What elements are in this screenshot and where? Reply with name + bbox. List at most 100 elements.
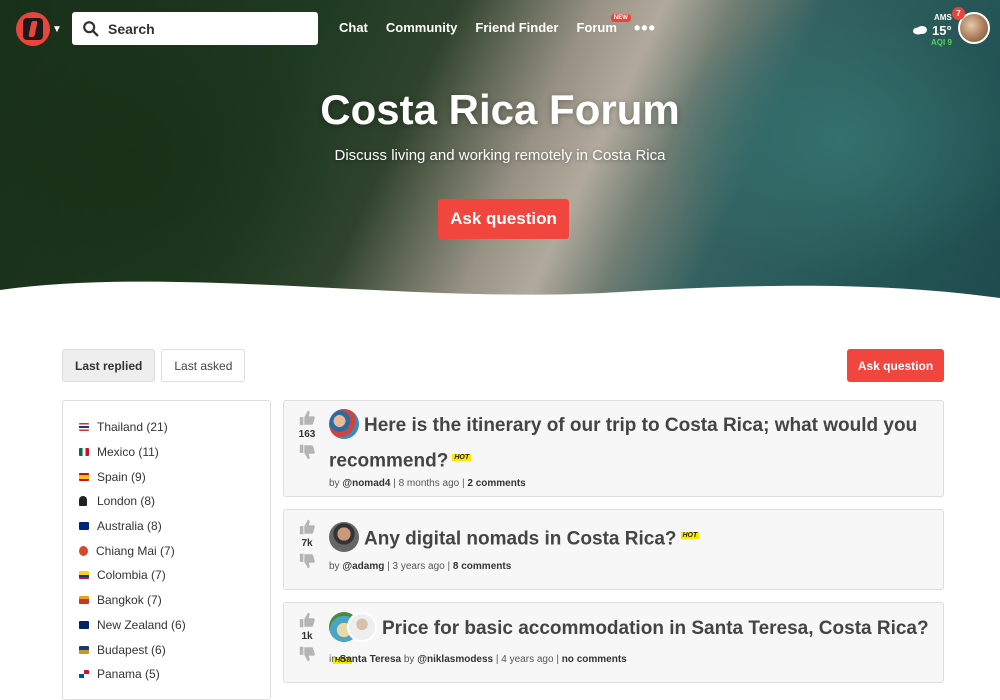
post-meta: by @nomad4 | 8 months ago | 2 comments: [329, 478, 526, 489]
hero-ask-question-button[interactable]: Ask question: [438, 199, 569, 239]
top-navbar: ▼ Chat Community Friend Finder ForumNEW …: [0, 0, 1000, 58]
tab-last-replied[interactable]: Last replied: [62, 349, 156, 382]
sidebar-item-label: London (8): [97, 494, 156, 509]
sidebar-item-label: Thailand (21): [97, 420, 168, 435]
post-title[interactable]: Here is the itinerary of our trip to Cos…: [329, 408, 918, 477]
tab-last-asked[interactable]: Last asked: [161, 349, 246, 382]
page-subtitle: Discuss living and working remotely in C…: [334, 147, 666, 164]
search-input[interactable]: [108, 20, 308, 37]
sidebar-item-thailand[interactable]: Thailand (21): [63, 415, 270, 440]
comments-link[interactable]: 8 comments: [453, 561, 511, 572]
search-bar[interactable]: [72, 12, 318, 45]
weather-aqi: AQI 9: [931, 38, 952, 47]
notification-badge: 7: [952, 7, 965, 20]
weather-city: AMS: [934, 13, 952, 22]
sidebar-item-label: Chiang Mai (7): [96, 543, 175, 558]
sidebar-item-label: Colombia (7): [97, 568, 166, 583]
sidebar-item-label: Australia (8): [97, 519, 162, 534]
in-label: in: [329, 654, 337, 665]
post-title-text: Price for basic accommodation in Santa T…: [382, 618, 929, 639]
author-link[interactable]: @nomad4: [342, 478, 390, 489]
post-time: 4 years ago: [501, 654, 554, 665]
thumbs-up-icon[interactable]: [298, 611, 316, 629]
nav-chat[interactable]: Chat: [339, 20, 368, 35]
post-title[interactable]: Price for basic accommodation in Santa T…: [329, 611, 943, 680]
post-card[interactable]: 7k Any digital nomads in Costa Rica? HOT …: [283, 509, 944, 590]
post-meta: in Santa Teresa by @niklasmodess | 4 yea…: [329, 654, 627, 665]
sidebar-item-panama[interactable]: Panama (5): [63, 662, 270, 687]
nomads-logo-icon[interactable]: [16, 12, 50, 46]
author-avatar[interactable]: [329, 522, 359, 553]
thumbs-down-icon[interactable]: [298, 443, 316, 461]
location-link[interactable]: Santa Teresa: [340, 654, 402, 665]
vote-count: 1k: [301, 631, 313, 642]
author-avatar[interactable]: [329, 408, 359, 439]
sidebar-item-spain[interactable]: Spain (9): [63, 464, 270, 489]
main-nav: Chat Community Friend Finder Forum NEW: [339, 14, 635, 35]
new-badge: NEW: [610, 14, 631, 22]
sidebar-item-label: New Zealand (6): [97, 617, 186, 632]
chevron-down-icon[interactable]: ▼: [52, 24, 62, 35]
post-meta: by @adamg | 3 years ago | 8 comments: [329, 561, 512, 572]
vote-count: 163: [298, 429, 316, 440]
weather-temp: 15°: [932, 23, 952, 38]
panama-flag-icon: [79, 670, 89, 679]
post-time: 3 years ago: [392, 561, 445, 572]
more-menu-icon[interactable]: •••: [634, 19, 656, 37]
nav-friend-finder[interactable]: Friend Finder: [475, 20, 558, 35]
author-link[interactable]: @niklasmodess: [417, 654, 493, 665]
colombia-flag-icon: [79, 571, 89, 580]
by-label: by: [403, 654, 415, 665]
post-title-text: Any digital nomads in Costa Rica?: [364, 528, 677, 550]
thumbs-up-icon[interactable]: [298, 409, 316, 427]
sidebar-item-bangkok[interactable]: Bangkok (7): [63, 588, 270, 613]
thumbs-down-icon[interactable]: [298, 645, 316, 663]
sidebar-item-london[interactable]: London (8): [63, 489, 270, 514]
sidebar-item-colombia[interactable]: Colombia (7): [63, 563, 270, 588]
sidebar-item-label: Budapest (6): [97, 642, 166, 657]
vote-widget: 7k: [296, 518, 318, 570]
sidebar-item-label: Mexico (11): [97, 445, 159, 460]
nav-forum[interactable]: Forum NEW: [576, 14, 631, 35]
sidebar-item-label: Bangkok (7): [97, 593, 162, 608]
post-card[interactable]: 1k Price for basic accommodation in Sant…: [283, 602, 944, 683]
nav-community[interactable]: Community: [386, 20, 458, 35]
post-title[interactable]: Any digital nomads in Costa Rica? HOT: [329, 520, 700, 555]
vote-widget: 1k: [296, 611, 318, 663]
page-title: Costa Rica Forum: [320, 86, 680, 133]
nav-forum-label: Forum: [576, 20, 617, 35]
author-avatar[interactable]: [347, 611, 377, 642]
vote-count: 7k: [301, 538, 313, 549]
wave-divider: [0, 281, 1000, 320]
forum-sidebar: Thailand (21) Mexico (11) Spain (9) Lond…: [62, 400, 271, 700]
new-zealand-flag-icon: [79, 620, 89, 629]
sidebar-item-chiang-mai[interactable]: Chiang Mai (7): [63, 538, 270, 563]
chiang-mai-icon: [79, 545, 88, 556]
thumbs-up-icon[interactable]: [298, 518, 316, 536]
search-icon: [83, 20, 99, 36]
vote-widget: 163: [296, 409, 318, 461]
london-guard-icon: [79, 496, 87, 507]
sidebar-item-mexico[interactable]: Mexico (11): [63, 440, 270, 465]
author-link[interactable]: @adamg: [342, 561, 384, 572]
ask-question-button[interactable]: Ask question: [847, 349, 944, 382]
sidebar-item-new-zealand[interactable]: New Zealand (6): [63, 613, 270, 638]
cloud-icon: [913, 26, 927, 35]
post-time: 8 months ago: [398, 478, 460, 489]
comments-link[interactable]: 2 comments: [467, 478, 525, 489]
hero-banner: ▼ Chat Community Friend Finder ForumNEW …: [0, 0, 1000, 320]
bangkok-icon: [79, 596, 89, 605]
sidebar-item-label: Spain (9): [97, 469, 146, 484]
sidebar-item-australia[interactable]: Australia (8): [63, 514, 270, 539]
sidebar-item-budapest[interactable]: Budapest (6): [63, 637, 270, 662]
post-title-line1: Here is the itinerary of our trip to Cos…: [364, 415, 918, 436]
thailand-flag-icon: [79, 423, 89, 432]
comments-link[interactable]: no comments: [562, 654, 627, 665]
thumbs-down-icon[interactable]: [298, 552, 316, 570]
post-title-line2: recommend?: [329, 450, 449, 472]
mexico-flag-icon: [79, 448, 89, 457]
by-label: by: [329, 561, 340, 572]
by-label: by: [329, 478, 340, 489]
post-card[interactable]: 163 Here is the itinerary of our trip to…: [283, 400, 944, 497]
sidebar-item-label: Panama (5): [97, 667, 160, 682]
